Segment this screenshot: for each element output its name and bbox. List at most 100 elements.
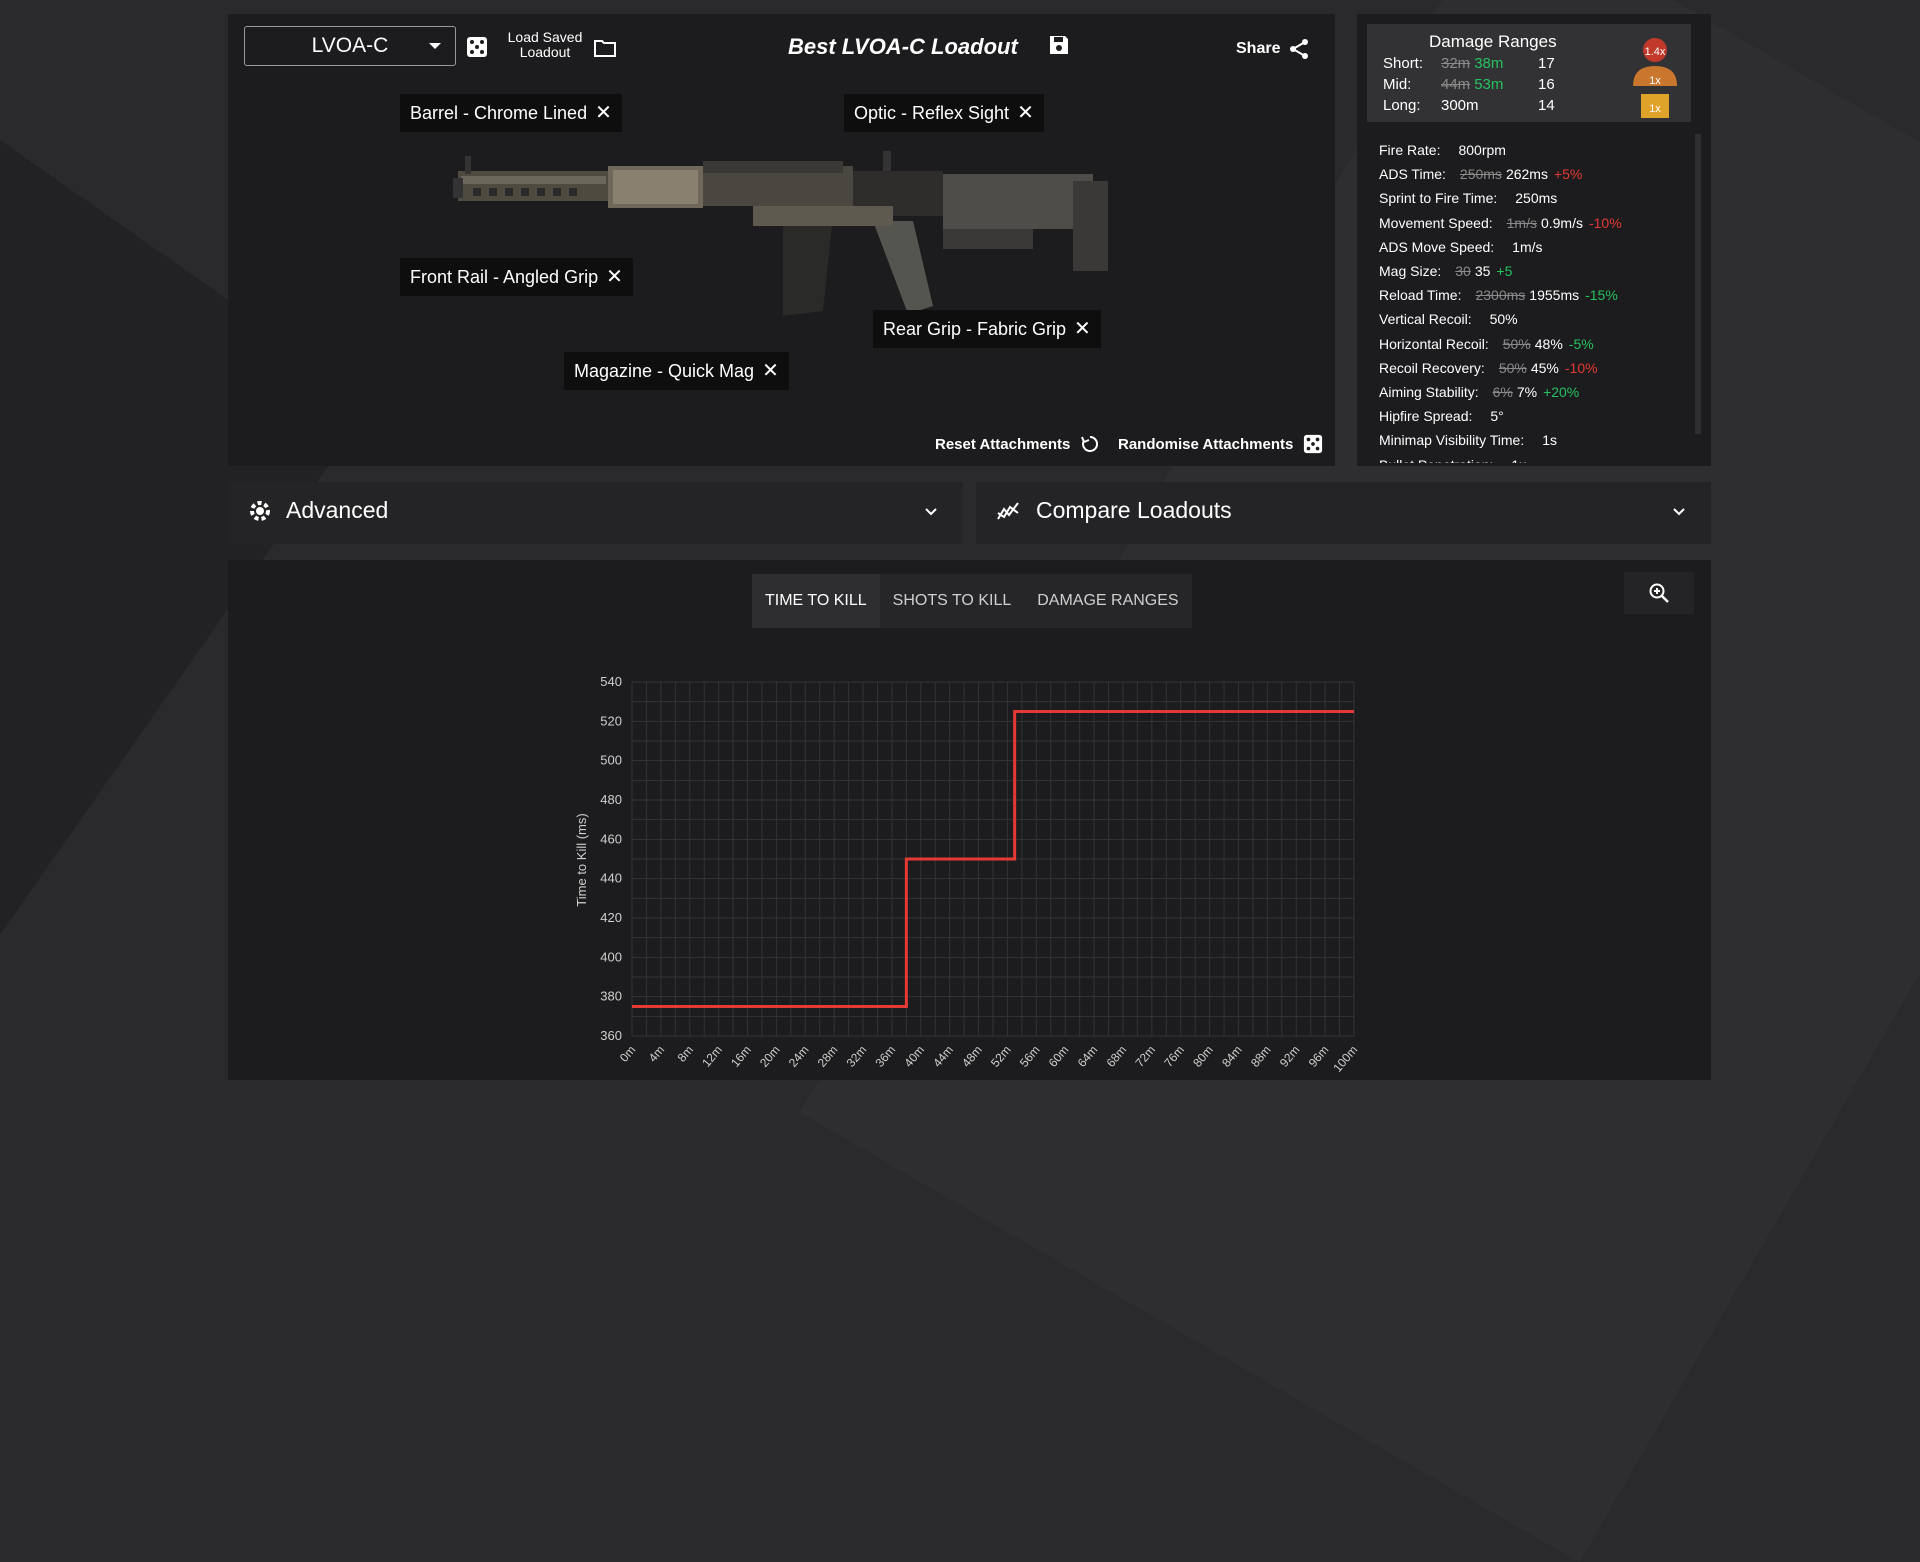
x-tick-label: 88m xyxy=(1248,1043,1274,1070)
attachment-rear-grip[interactable]: Rear Grip - Fabric Grip ✕ xyxy=(873,310,1101,348)
stat-row: Minimap Visibility Time: 1s xyxy=(1379,432,1557,448)
stat-value: 1m/s xyxy=(1512,238,1543,255)
load-saved-label-line2: Loadout xyxy=(519,44,571,60)
stat-value: 1s xyxy=(1542,432,1558,449)
attachment-barrel-label: Barrel - Chrome Lined xyxy=(410,102,588,123)
stat-label: Mag Size: xyxy=(1379,263,1442,279)
stats-panel: Damage Ranges Short: 32m 38m 17 Mid: 44m… xyxy=(1357,14,1711,466)
stat-delta: +5% xyxy=(1553,166,1583,183)
stat-label: Bullet Penetration: xyxy=(1379,457,1493,463)
stat-value: 5° xyxy=(1490,408,1504,425)
x-tick-label: 68m xyxy=(1104,1043,1130,1070)
chevron-down-icon xyxy=(429,43,441,49)
stat-label: Horizontal Recoil: xyxy=(1379,335,1489,352)
y-tick-label: 480 xyxy=(600,792,622,807)
loadout-panel: LVOA-C Load Saved Loadout Best LVOA-C Lo… xyxy=(228,14,1335,466)
close-icon[interactable]: ✕ xyxy=(606,267,623,287)
stat-value: 250ms xyxy=(1515,190,1558,207)
stat-value: 0.9m/s xyxy=(1540,214,1583,231)
stat-row: Bullet Penetration: 1x xyxy=(1379,457,1526,463)
stat-old-value: 2300ms xyxy=(1475,287,1526,304)
stat-old-value: 1m/s xyxy=(1506,214,1537,231)
y-tick-label: 440 xyxy=(600,871,622,886)
stat-row: Recoil Recovery: 50% 45% -10% xyxy=(1379,360,1598,376)
y-tick-label: 460 xyxy=(600,831,622,846)
attachment-barrel[interactable]: Barrel - Chrome Lined ✕ xyxy=(400,94,622,132)
y-axis-label: Time to Kill (ms) xyxy=(574,813,589,906)
y-tick-label: 420 xyxy=(600,910,622,925)
x-tick-label: 80m xyxy=(1190,1043,1216,1070)
stat-value: 262ms xyxy=(1505,166,1548,183)
x-tick-label: 0m xyxy=(617,1043,638,1065)
stat-old-value: 250ms xyxy=(1459,166,1502,183)
y-tick-label: 540 xyxy=(600,674,622,689)
load-saved-loadout-button[interactable]: Load Saved Loadout xyxy=(504,30,586,60)
stats-list: Fire Rate: 800rpm ADS Time: 250ms 262ms +5% Sp… xyxy=(1357,14,1697,463)
stat-row: Reload Time: 2300ms 1955ms -15% xyxy=(1379,287,1618,303)
stat-old-value: 50% xyxy=(1498,359,1527,376)
close-icon[interactable]: ✕ xyxy=(595,103,612,123)
stat-value: 800rpm xyxy=(1458,142,1506,158)
stat-delta: -15% xyxy=(1585,287,1618,304)
stat-row: Fire Rate: 800rpm xyxy=(1379,142,1506,158)
stat-delta: -5% xyxy=(1568,335,1594,352)
share-button[interactable]: Share xyxy=(1236,38,1310,60)
close-icon[interactable]: ✕ xyxy=(1074,319,1091,339)
x-tick-label: 64m xyxy=(1075,1043,1101,1070)
stat-row: Sprint to Fire Time: 250ms xyxy=(1379,190,1557,206)
attachment-rear-grip-label: Rear Grip - Fabric Grip xyxy=(883,318,1067,339)
folder-icon[interactable] xyxy=(593,38,617,63)
stat-row: ADS Time: 250ms 262ms +5% xyxy=(1379,166,1582,182)
x-tick-label: 76m xyxy=(1161,1043,1187,1070)
x-tick-label: 40m xyxy=(901,1043,927,1070)
load-saved-label-line1: Load Saved xyxy=(507,29,583,45)
share-label: Share xyxy=(1236,40,1281,57)
randomise-attachments-button[interactable]: Randomise Attachments xyxy=(1118,434,1323,454)
close-icon[interactable]: ✕ xyxy=(762,361,779,381)
attachment-front-rail-label: Front Rail - Angled Grip xyxy=(410,266,599,287)
x-tick-label: 20m xyxy=(757,1043,783,1070)
stat-value: 50% xyxy=(1489,311,1518,328)
save-icon[interactable] xyxy=(1048,34,1070,61)
y-tick-label: 400 xyxy=(600,949,622,964)
stat-label: Sprint to Fire Time: xyxy=(1379,190,1498,207)
x-tick-label: 92m xyxy=(1277,1043,1303,1070)
stat-delta: -10% xyxy=(1588,214,1622,231)
attachment-front-rail[interactable]: Front Rail - Angled Grip ✕ xyxy=(400,258,633,296)
y-tick-label: 380 xyxy=(600,989,622,1004)
stat-delta: +20% xyxy=(1543,384,1580,400)
attachment-optic[interactable]: Optic - Reflex Sight ✕ xyxy=(844,94,1044,132)
compare-loadouts-section[interactable]: Compare Loadouts xyxy=(976,482,1711,544)
chart-panel: TIME TO KILL SHOTS TO KILL DAMAGE RANGES… xyxy=(228,560,1711,1080)
x-tick-label: 56m xyxy=(1017,1043,1043,1070)
x-tick-label: 4m xyxy=(646,1043,667,1065)
stat-label: Aiming Stability: xyxy=(1379,384,1479,400)
random-weapon-dice-icon[interactable] xyxy=(466,36,488,63)
stat-row: Movement Speed: 1m/s 0.9m/s -10% xyxy=(1379,215,1622,231)
x-tick-label: 12m xyxy=(699,1043,725,1070)
advanced-section[interactable]: Advanced xyxy=(228,482,963,544)
dice-icon xyxy=(1304,434,1323,454)
share-icon xyxy=(1290,39,1309,59)
gear-icon xyxy=(250,500,270,521)
weapon-select[interactable]: LVOA-C xyxy=(244,26,456,66)
stat-label: Minimap Visibility Time: xyxy=(1379,432,1525,449)
x-tick-label: 84m xyxy=(1219,1043,1245,1070)
stat-row: Vertical Recoil: 50% xyxy=(1379,311,1518,327)
close-icon[interactable]: ✕ xyxy=(1017,103,1034,123)
y-tick-label: 500 xyxy=(600,753,622,768)
stat-old-value: 30 xyxy=(1455,263,1471,279)
chevron-down-icon xyxy=(1673,508,1685,516)
stat-old-value: 50% xyxy=(1502,335,1531,352)
ttk-chart: Time to Kill (ms) 360 380 400 420 440 460 480 5… xyxy=(574,674,1360,1075)
attachment-magazine[interactable]: Magazine - Quick Mag ✕ xyxy=(564,352,789,390)
stat-value: 1955ms xyxy=(1529,287,1580,304)
advanced-label: Advanced xyxy=(286,497,389,523)
compare-label: Compare Loadouts xyxy=(1036,497,1232,523)
reset-attachments-button[interactable]: Reset Attachments xyxy=(935,434,1100,454)
stat-value: 35 xyxy=(1474,263,1491,279)
x-tick-label: 52m xyxy=(988,1043,1014,1070)
scrollbar[interactable] xyxy=(1695,134,1701,434)
x-tick-label: 100m xyxy=(1330,1043,1360,1075)
stat-label: Recoil Recovery: xyxy=(1379,359,1485,376)
